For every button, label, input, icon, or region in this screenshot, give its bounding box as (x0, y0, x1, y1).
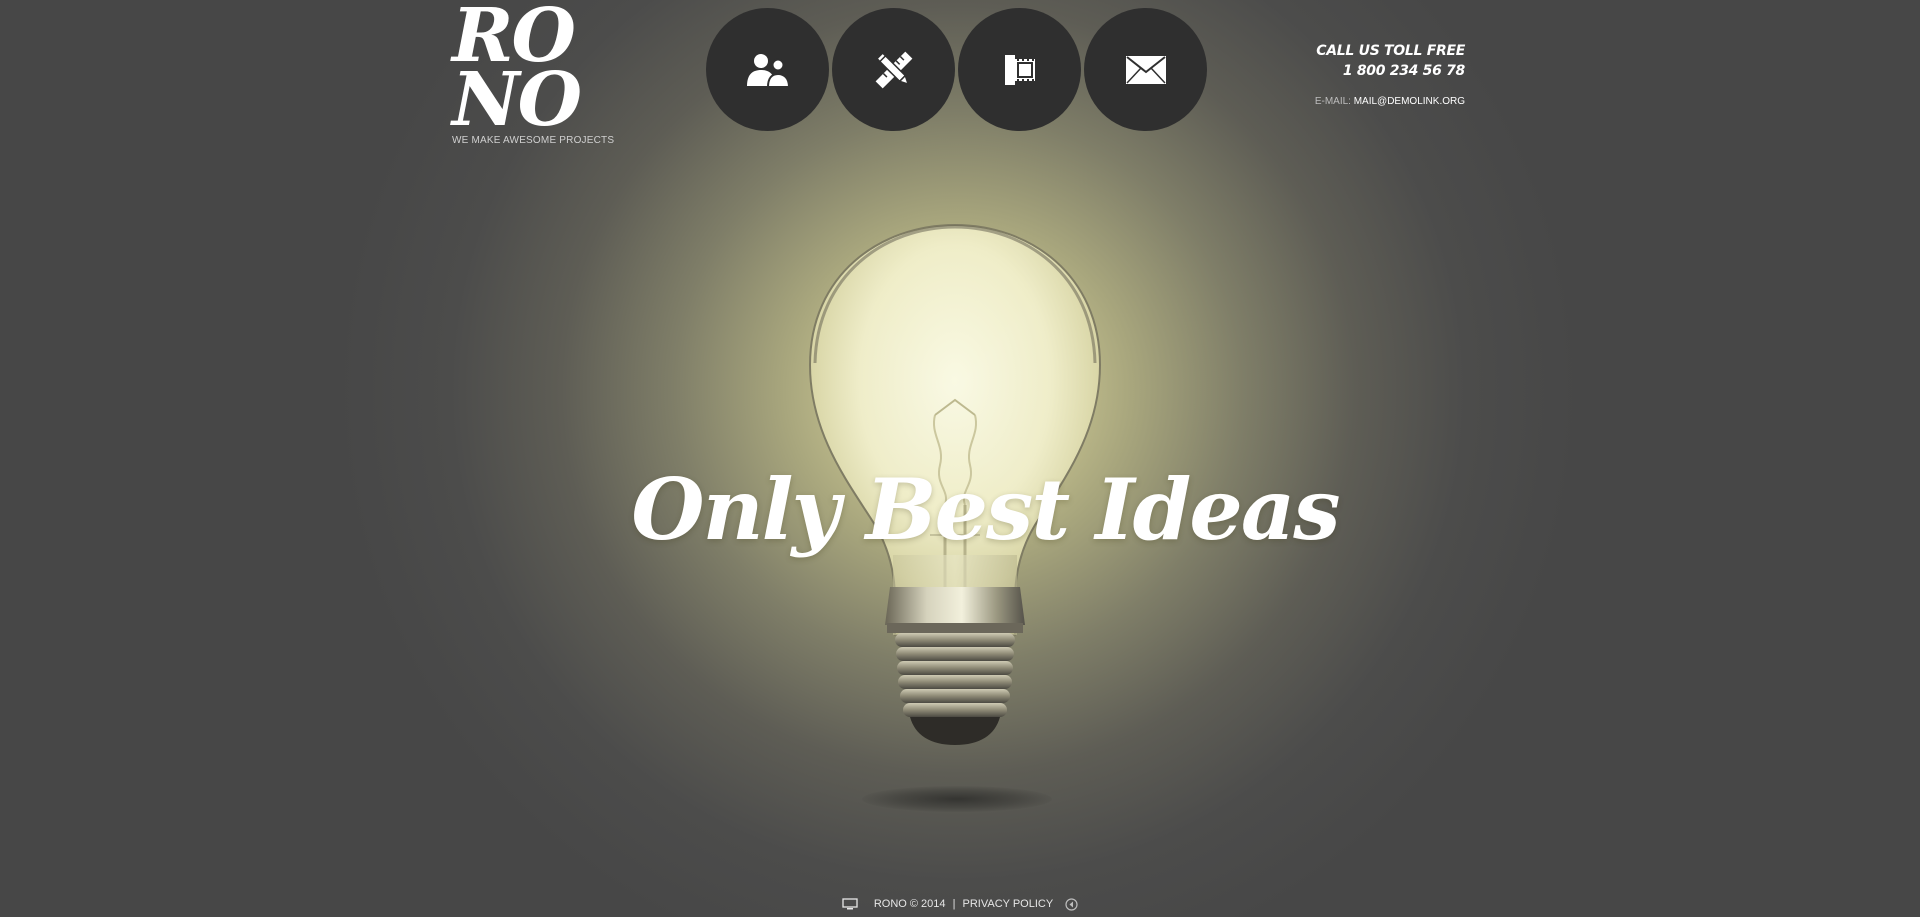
hero-headline: Only Best Ideas (631, 460, 1340, 559)
pencil-ruler-icon (875, 51, 912, 88)
nav-button-portfolio[interactable] (958, 8, 1081, 131)
nav-button-services[interactable] (832, 8, 955, 131)
envelope-icon (1125, 55, 1166, 84)
page-background: RO NO WE MAKE AWESOME PROJECTS CALL US T… (0, 0, 1920, 917)
privacy-policy-link[interactable]: PRIVACY POLICY (963, 898, 1054, 910)
monitor-icon (842, 898, 858, 910)
logo[interactable]: RO NO WE MAKE AWESOME PROJECTS (452, 0, 622, 146)
arrow-left-circle-icon[interactable] (1065, 897, 1078, 911)
logo-line-2: NO (452, 57, 582, 143)
bulb-shadow (862, 786, 1052, 812)
email-row: E-MAIL: MAIL@DEMOLINK.ORG (1315, 96, 1465, 107)
footer-separator: | (952, 898, 956, 911)
contact-info: CALL US TOLL FREE 1 800 234 56 78 E-MAIL… (1315, 41, 1465, 107)
phone-number: 1 800 234 56 78 (1342, 63, 1465, 79)
nav-button-contacts[interactable] (1084, 8, 1207, 131)
email-link[interactable]: MAIL@DEMOLINK.ORG (1354, 96, 1465, 107)
users-icon (746, 53, 790, 88)
footer-copyright: RONO © 2014 (873, 898, 946, 911)
film-icon (1004, 54, 1035, 85)
email-label: E-MAIL: (1314, 96, 1351, 107)
nav-button-about[interactable] (706, 8, 829, 131)
main-nav (706, 8, 1207, 131)
logo-tagline: WE MAKE AWESOME PROJECTS (452, 135, 615, 146)
call-label: CALL US TOLL FREE (1316, 43, 1465, 59)
footer: RONO © 2014 | PRIVACY POLICY (0, 897, 1920, 911)
